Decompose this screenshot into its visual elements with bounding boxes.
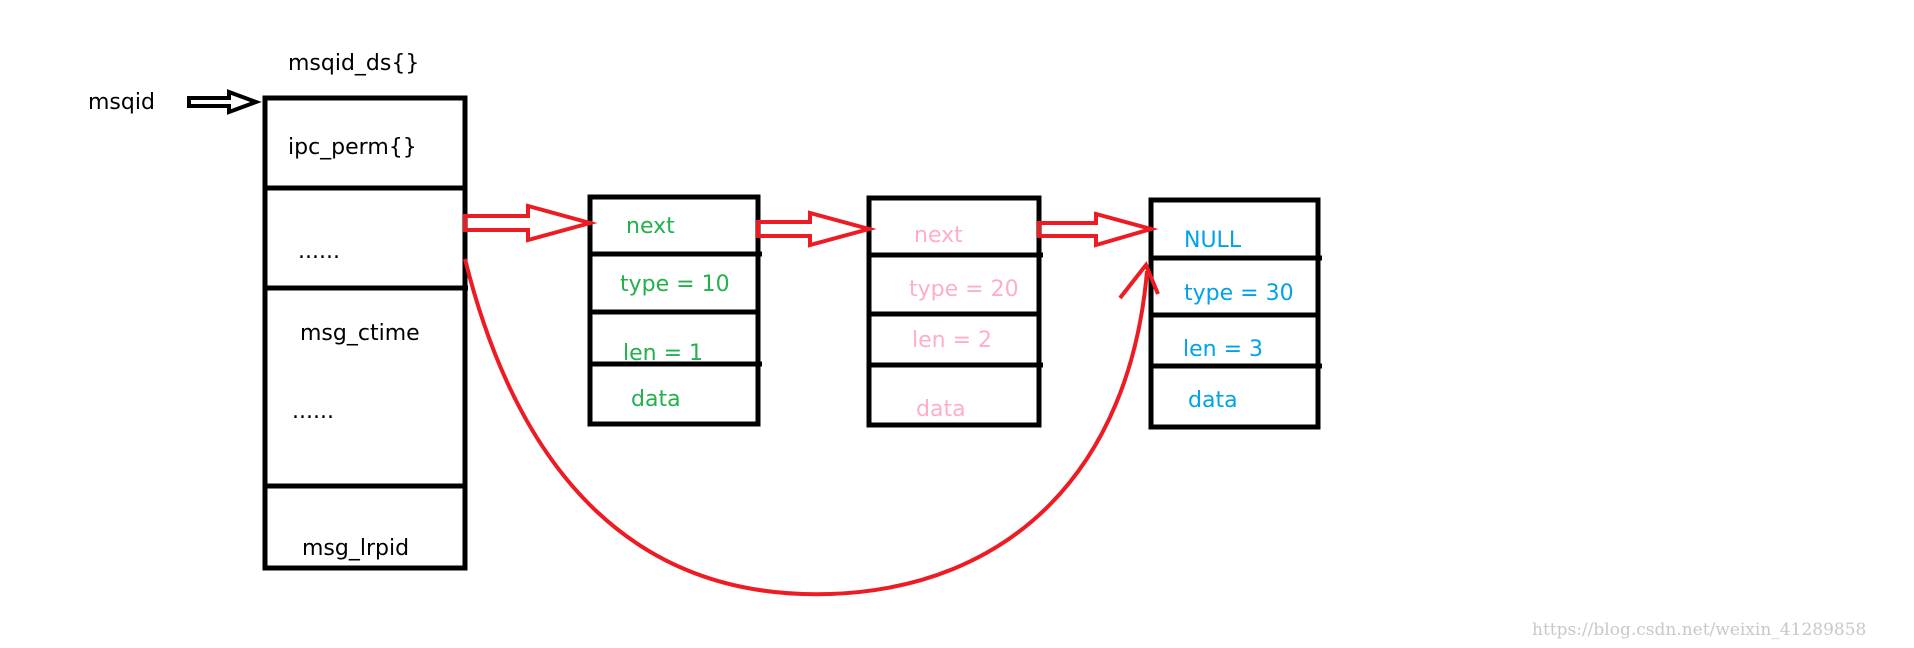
message-2-data: data — [916, 397, 966, 422]
message-1-next: next — [626, 214, 675, 239]
message-1-type: type = 10 — [620, 272, 730, 297]
struct-field: msg_ctime — [300, 321, 420, 346]
msqid-label: msqid — [88, 90, 155, 115]
struct-field: ...... — [298, 239, 340, 264]
message-1-len: len = 1 — [623, 341, 703, 366]
message-3-data: data — [1188, 388, 1238, 413]
message-3-next: NULL — [1184, 228, 1242, 253]
message-2-len: len = 2 — [912, 328, 992, 353]
last-message-curve-arrow — [463, 258, 1149, 597]
first-message-arrow — [463, 203, 598, 243]
message-3-len: len = 3 — [1183, 337, 1263, 362]
diagram: msqid msqid_ds{} ipc_perm{} ...... msg_c… — [0, 0, 1914, 648]
next-arrow-2 — [1037, 211, 1159, 248]
message-2-next: next — [914, 223, 963, 248]
struct-title: msqid_ds{} — [288, 51, 419, 76]
struct-field: msg_lrpid — [302, 536, 409, 561]
struct-field: ipc_perm{} — [288, 135, 417, 160]
struct-field: ...... — [292, 399, 334, 424]
message-3-type: type = 30 — [1184, 281, 1294, 306]
msqid-pointer-arrow — [187, 89, 262, 115]
next-arrow-1 — [756, 210, 877, 248]
diagram-canvas: msqid msqid_ds{} ipc_perm{} ...... msg_c… — [88, 51, 1866, 640]
message-1-data: data — [631, 387, 681, 412]
watermark: https://blog.csdn.net/weixin_41289858 — [1532, 620, 1866, 640]
message-2-type: type = 20 — [909, 277, 1019, 302]
